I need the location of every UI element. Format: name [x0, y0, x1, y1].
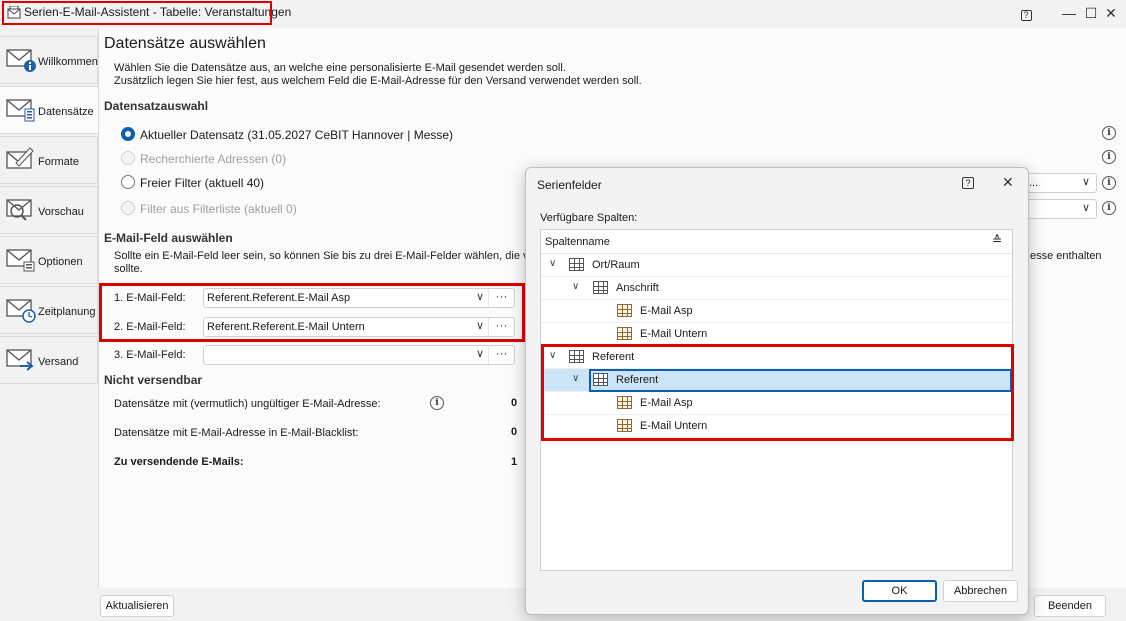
sidebar-item-optionen[interactable]: Optionen — [0, 236, 98, 284]
blacklist-count: 0 — [511, 426, 518, 438]
available-columns-label: Verfügbare Spalten: — [540, 212, 638, 224]
sidebar-item-label: Zeitplanung — [38, 306, 96, 318]
tree-header: Spaltenname ≙ — [541, 230, 1012, 254]
email-fields-highlight-box — [99, 283, 525, 342]
radio-recherchierte-adressen[interactable] — [121, 151, 135, 165]
tree-row[interactable]: ∨ Anschrift — [541, 277, 1012, 300]
info-icon[interactable]: i — [1102, 126, 1116, 140]
chevron-down-icon[interactable]: ∨ — [476, 347, 484, 360]
invalid-email-count: 0 — [511, 397, 518, 409]
section-title-email-feld: E-Mail-Feld auswählen — [104, 231, 233, 245]
radio-label: Recherchierte Adressen (0) — [140, 152, 287, 166]
intro-text-1: Wählen Sie die Datensätze aus, an welche… — [114, 62, 566, 74]
sidebar-item-label: Formate — [38, 156, 79, 168]
radio-filter-aus-filterliste[interactable] — [121, 201, 135, 215]
sidebar-item-label: Versand — [38, 356, 79, 368]
filterliste-combo[interactable]: ∨ — [1020, 199, 1097, 219]
radio-label: Aktueller Datensatz (31.05.2027 CeBIT Ha… — [140, 128, 454, 142]
dialog-help-icon[interactable]: ? — [962, 177, 974, 189]
mail-list-icon — [6, 99, 35, 122]
radio-aktueller-datensatz[interactable] — [121, 127, 135, 141]
sort-icon[interactable]: ≙ — [992, 233, 1002, 247]
field-icon — [617, 304, 632, 317]
referent-highlight-box — [541, 344, 1014, 441]
sidebar-item-vorschau[interactable]: Vorschau — [0, 186, 98, 234]
help-icon[interactable]: ? — [1015, 3, 1037, 23]
invalid-email-label: Datensätze mit (vermutlich) ungültiger E… — [114, 398, 381, 410]
chevron-down-icon: ∨ — [1081, 202, 1090, 214]
dialog-close-button[interactable]: ✕ — [1002, 174, 1014, 191]
emails-to-send-label: Zu versendende E-Mails: — [114, 456, 244, 468]
close-button[interactable]: ✕ — [1100, 3, 1122, 23]
email-field-3-combo[interactable]: ∨ ··· — [203, 345, 515, 365]
sidebar-item-label: Datensätze — [38, 106, 94, 118]
email-field-3-label: 3. E-Mail-Feld: — [114, 349, 186, 361]
radio-freier-filter[interactable] — [121, 175, 135, 189]
cancel-button[interactable]: Abbrechen — [943, 580, 1018, 602]
finish-button[interactable]: Beenden — [1034, 595, 1106, 617]
emails-to-send-count: 1 — [511, 456, 518, 468]
chevron-down-icon[interactable]: ∨ — [549, 258, 556, 269]
mail-clock-icon — [6, 299, 36, 323]
field-icon — [617, 327, 632, 340]
email-field-description-1: Sollte ein E-Mail-Feld leer sein, so kön… — [114, 250, 547, 262]
sidebar-item-zeitplanung[interactable]: Zeitplanung — [0, 286, 98, 334]
columns-tree[interactable]: Spaltenname ≙ ∨ Ort/Raum ∨ Anschrift E-M… — [540, 229, 1014, 571]
page-title: Datensätze auswählen — [104, 35, 266, 52]
sidebar-item-label: Vorschau — [38, 206, 84, 218]
blacklist-label: Datensätze mit E-Mail-Adresse in E-Mail-… — [114, 427, 359, 439]
more-button[interactable]: ··· — [488, 346, 514, 364]
info-icon[interactable]: i — [430, 396, 444, 410]
mail-search-icon — [6, 199, 32, 221]
sidebar-item-label: Willkommen — [38, 56, 98, 68]
tree-row[interactable]: E-Mail Asp — [541, 300, 1012, 323]
sidebar-item-formate[interactable]: Formate — [0, 136, 98, 184]
title-highlight-box — [2, 1, 272, 25]
filter-combo[interactable]: ... ∨ — [1020, 173, 1097, 193]
section-title-datensatzauswahl: Datensatzauswahl — [104, 99, 209, 113]
mail-info-icon — [6, 49, 36, 72]
minimize-button[interactable]: — — [1058, 3, 1080, 23]
intro-text-2: Zusätzlich legen Sie hier fest, aus welc… — [114, 75, 642, 87]
info-icon[interactable]: i — [1102, 150, 1116, 164]
email-field-description-tail: esse enthalten — [1030, 250, 1102, 262]
sidebar-item-willkommen[interactable]: Willkommen — [0, 36, 98, 84]
sidebar-item-versand[interactable]: Versand — [0, 336, 98, 384]
chevron-down-icon[interactable]: ∨ — [572, 281, 579, 292]
column-header-spaltenname[interactable]: Spaltenname — [545, 236, 610, 248]
radio-label: Filter aus Filterliste (aktuell 0) — [140, 202, 297, 216]
mail-pen-icon — [6, 147, 34, 169]
info-icon[interactable]: i — [1102, 201, 1116, 215]
radio-label: Freier Filter (aktuell 40) — [140, 176, 265, 190]
table-icon — [593, 281, 608, 294]
info-icon[interactable]: i — [1102, 176, 1116, 190]
serienfelder-dialog: Serienfelder ? ✕ Verfügbare Spalten: Spa… — [525, 167, 1029, 615]
mail-send-icon — [6, 349, 34, 371]
tree-row[interactable]: E-Mail Untern — [541, 323, 1012, 346]
maximize-button[interactable]: ☐ — [1080, 3, 1102, 23]
refresh-button[interactable]: Aktualisieren — [100, 595, 174, 617]
sidebar-item-datensaetze[interactable]: Datensätze — [0, 86, 100, 134]
dialog-title: Serienfelder — [537, 178, 602, 192]
table-icon — [569, 258, 584, 271]
mail-settings-icon — [6, 249, 35, 272]
ok-button[interactable]: OK — [862, 580, 937, 602]
tree-row[interactable]: ∨ Ort/Raum — [541, 254, 1012, 277]
section-title-nicht-versendbar: Nicht versendbar — [104, 373, 203, 387]
chevron-down-icon: ∨ — [1081, 176, 1090, 188]
email-field-description-2: sollte. — [114, 263, 143, 275]
sidebar-item-label: Optionen — [38, 256, 83, 268]
